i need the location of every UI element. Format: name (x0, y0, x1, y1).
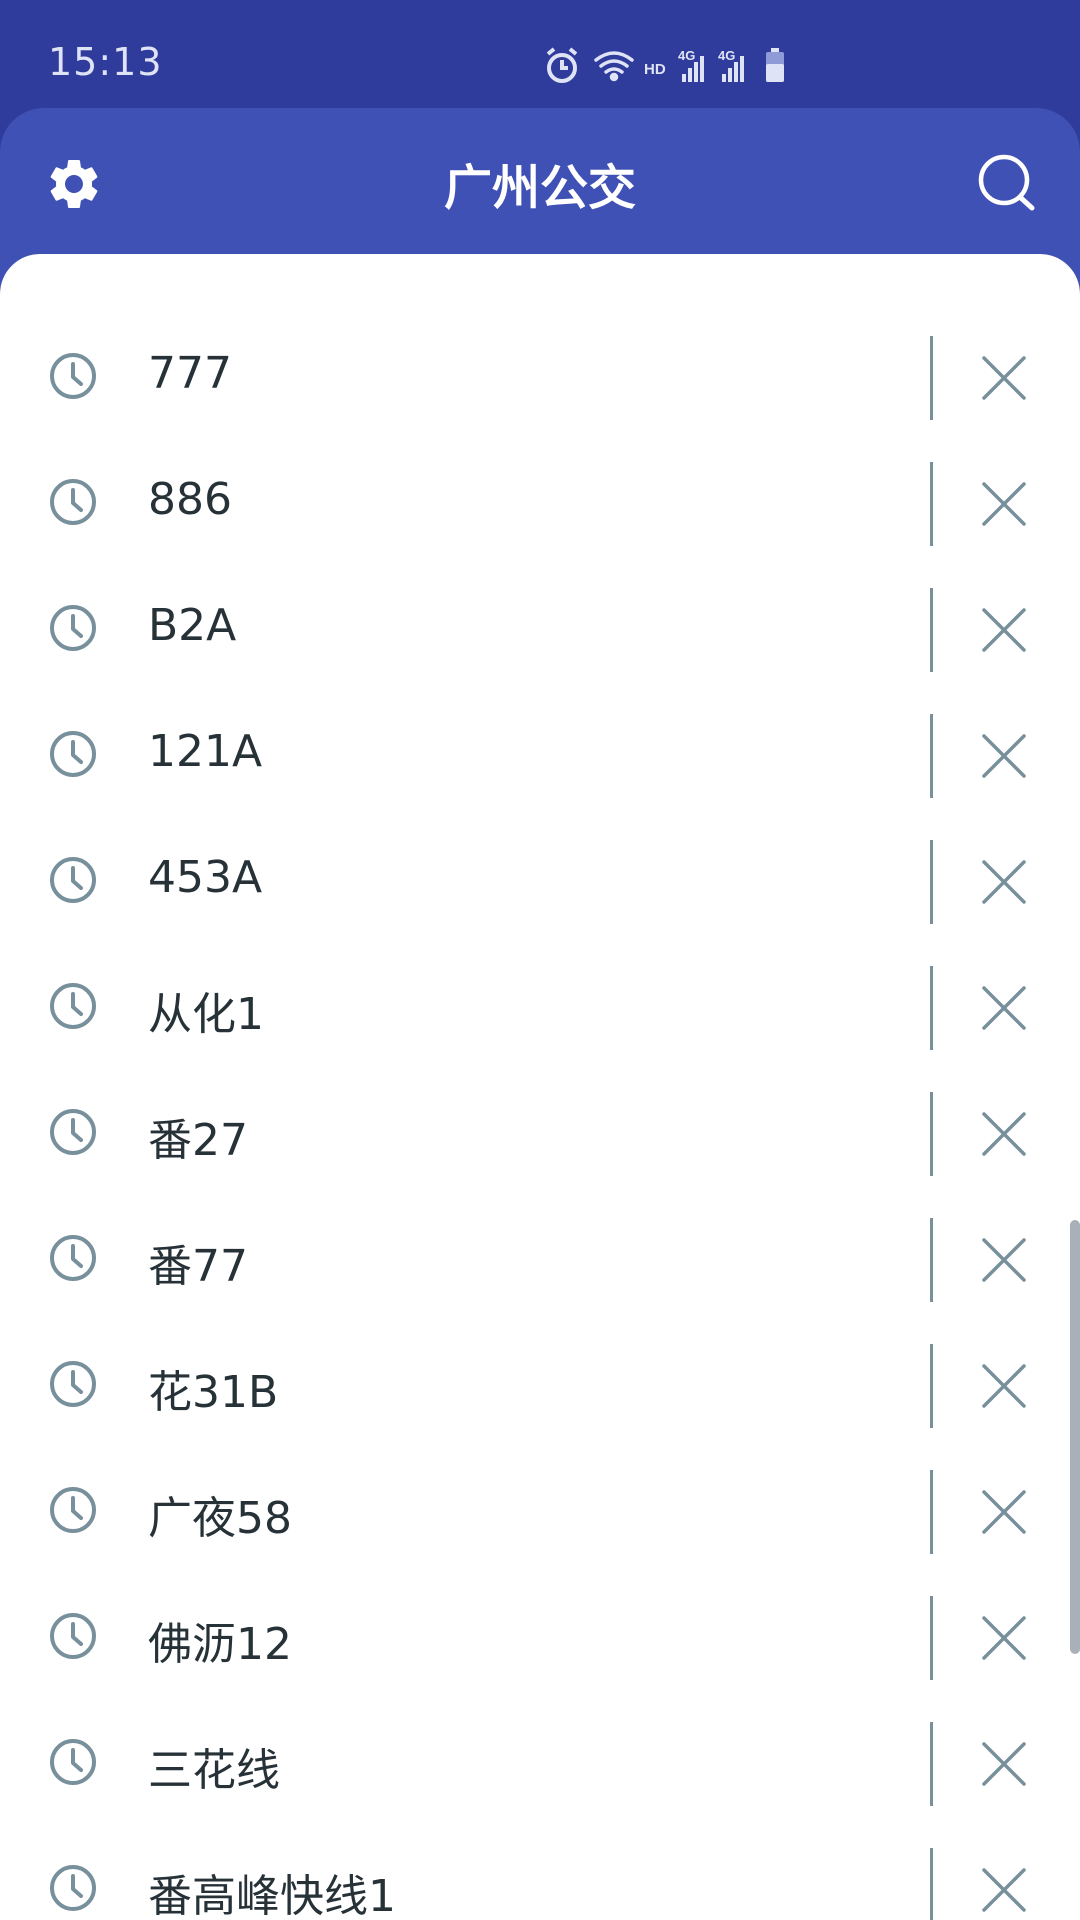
delete-button[interactable] (976, 1610, 1032, 1666)
wifi-icon (594, 51, 634, 82)
delete-button[interactable] (976, 854, 1032, 910)
clock-icon (50, 983, 96, 1029)
scrollbar[interactable] (1070, 1220, 1080, 1654)
delete-button[interactable] (976, 350, 1032, 406)
history-item[interactable]: 广夜58 (0, 1448, 1080, 1574)
route-label: 886 (148, 474, 232, 525)
clock-icon (50, 1109, 96, 1155)
svg-text:4G: 4G (718, 48, 735, 63)
route-label: 番27 (148, 1115, 248, 1166)
close-icon (982, 356, 1026, 400)
close-icon (982, 608, 1026, 652)
history-item[interactable]: 番27 (0, 1070, 1080, 1196)
row-divider (930, 1722, 933, 1806)
history-item[interactable]: 从化1 (0, 944, 1080, 1070)
delete-button[interactable] (976, 1736, 1032, 1792)
clock-icon (50, 857, 96, 903)
route-label: 花31B (148, 1367, 279, 1418)
clock-icon (50, 731, 96, 777)
delete-button[interactable] (976, 602, 1032, 658)
delete-button[interactable] (976, 1484, 1032, 1540)
clock-icon (50, 1739, 96, 1785)
delete-button[interactable] (976, 476, 1032, 532)
row-divider (930, 966, 933, 1050)
history-item[interactable]: 佛沥12 (0, 1574, 1080, 1700)
history-item[interactable]: B2A (0, 566, 1080, 692)
delete-button[interactable] (976, 980, 1032, 1036)
route-label: 453A (148, 852, 263, 903)
row-divider (930, 840, 933, 924)
history-item[interactable]: 番高峰快线1 (0, 1826, 1080, 1920)
close-icon (982, 1868, 1026, 1912)
history-item[interactable]: 453A (0, 818, 1080, 944)
history-item[interactable]: 花31B (0, 1322, 1080, 1448)
history-item[interactable]: 886 (0, 440, 1080, 566)
row-divider (930, 588, 933, 672)
history-item[interactable]: 121A (0, 692, 1080, 818)
row-divider (930, 1092, 933, 1176)
history-panel: 777 886 B2A 121A 453A 从化1 番27 番77 花31B 广… (0, 254, 1080, 1920)
delete-button[interactable] (976, 1358, 1032, 1414)
close-icon (982, 1238, 1026, 1282)
hd-icon: HD (644, 61, 666, 78)
row-divider (930, 1470, 933, 1554)
history-item[interactable]: 三花线 (0, 1700, 1080, 1826)
route-label: B2A (148, 600, 237, 651)
clock-icon (50, 605, 96, 651)
clock-icon (50, 1361, 96, 1407)
route-label: 三花线 (148, 1745, 280, 1796)
route-label: 番高峰快线1 (148, 1871, 396, 1920)
status-icons: HD 4G 4G (546, 47, 784, 83)
row-divider (930, 1344, 933, 1428)
battery-icon (766, 48, 784, 82)
delete-button[interactable] (976, 728, 1032, 784)
search-icon (978, 154, 1035, 211)
svg-text:4G: 4G (678, 48, 695, 63)
signal-4g-icon: 4G (718, 48, 744, 82)
route-label: 广夜58 (148, 1493, 292, 1544)
route-label: 121A (148, 726, 263, 777)
route-label: 777 (148, 348, 232, 399)
close-icon (982, 734, 1026, 778)
delete-button[interactable] (976, 1106, 1032, 1162)
close-icon (982, 1616, 1026, 1660)
search-button[interactable] (976, 152, 1038, 214)
close-icon (982, 482, 1026, 526)
row-divider (930, 336, 933, 420)
clock-icon (50, 1487, 96, 1533)
route-label: 番77 (148, 1241, 248, 1292)
close-icon (982, 860, 1026, 904)
history-item[interactable]: 777 (0, 314, 1080, 440)
history-item[interactable]: 番77 (0, 1196, 1080, 1322)
close-icon (982, 1112, 1026, 1156)
row-divider (930, 714, 933, 798)
close-icon (982, 986, 1026, 1030)
row-divider (930, 1218, 933, 1302)
clock-icon (50, 1235, 96, 1281)
clock-icon (50, 1613, 96, 1659)
clock-icon (50, 1865, 96, 1911)
close-icon (982, 1490, 1026, 1534)
row-divider (930, 1848, 933, 1920)
row-divider (930, 1596, 933, 1680)
route-label: 佛沥12 (148, 1619, 292, 1670)
delete-button[interactable] (976, 1232, 1032, 1288)
clock-icon (50, 353, 96, 399)
status-bar: 15:13 HD 4G 4G (0, 0, 1080, 108)
alarm-icon (546, 47, 578, 83)
clock-icon (50, 479, 96, 525)
signal-4g-icon: 4G (678, 48, 704, 82)
history-list: 777 886 B2A 121A 453A 从化1 番27 番77 花31B 广… (0, 314, 1080, 1920)
close-icon (982, 1364, 1026, 1408)
row-divider (930, 462, 933, 546)
status-time: 15:13 (48, 40, 163, 84)
route-label: 从化1 (148, 989, 264, 1040)
delete-button[interactable] (976, 1862, 1032, 1918)
close-icon (982, 1742, 1026, 1786)
page-title: 广州公交 (443, 160, 636, 216)
